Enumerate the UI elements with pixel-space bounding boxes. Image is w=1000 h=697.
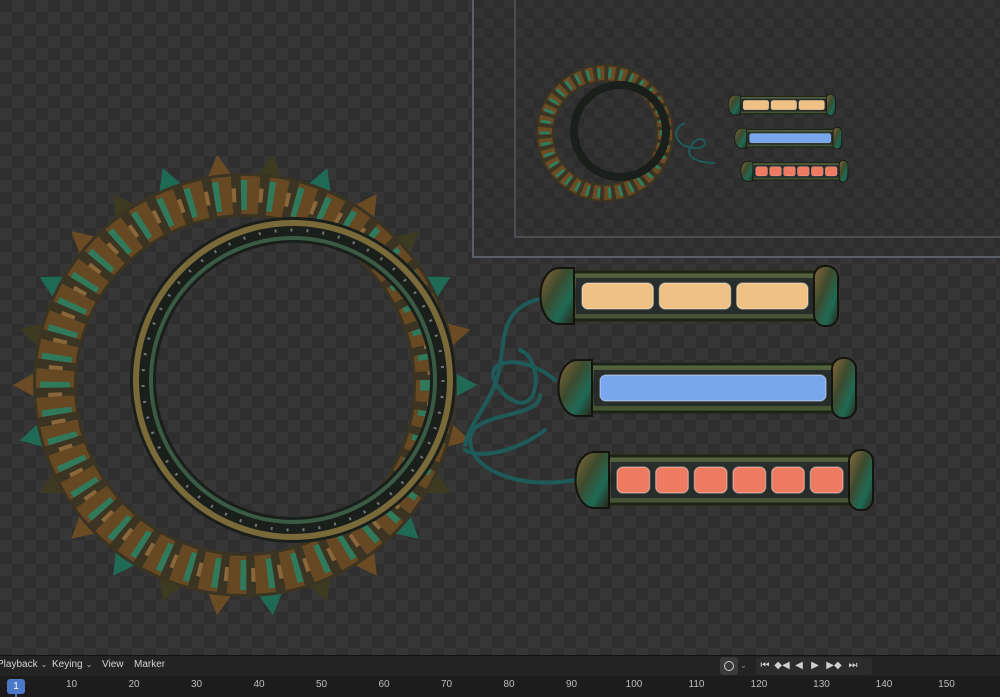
gauge-cap-right [832,127,843,150]
current-frame-indicator[interactable]: 1 [7,679,25,694]
view-menu[interactable]: View [102,659,124,670]
keying-menu[interactable]: Keying ⌄ [52,659,92,670]
middle-gauge [557,357,857,419]
gauge-cap-right [848,449,874,511]
gauge-segment [742,100,770,111]
gauge-segment [825,166,838,177]
ruler-tick-label: 80 [503,679,515,690]
bottom-gauge [740,160,849,183]
frame-ruler[interactable]: 10 20 30 40 50 60 70 80 90 100 110 120 130 140 150 [0,676,1000,697]
record-button[interactable] [720,657,738,675]
gauge-segment [735,282,809,310]
ruler-tick-label: 20 [128,679,140,690]
gauge-segment [783,166,796,177]
gauge-segment [749,133,832,144]
play-icon[interactable]: ▶ [808,658,822,674]
previous-keyframe-icon[interactable]: ◆◀ [774,658,790,674]
preview-frame [514,0,1000,238]
gauge-cap-right [838,160,849,183]
ruler-tick-label: 60 [378,679,390,690]
gauge-segment [811,166,824,177]
gauge-cap-right [831,357,857,419]
gauge-segment [770,466,806,494]
gauge-cap-left [740,160,754,182]
transport-buttons: ⏮ ◆◀ ◀ ▶ ▶◆ ⏭ [756,657,872,675]
gauge-segment [797,166,810,177]
gauge-segment [732,466,767,494]
gauge-cap-left [734,127,748,149]
gauge-cap-left [574,451,610,509]
chevron-down-icon[interactable]: ⌄ [740,658,747,674]
playback-menu[interactable]: Playback ⌄ [0,659,47,670]
bottom-gauge [574,449,874,511]
timeline-panel: Playback ⌄ Keying ⌄ View Marker ⌄ ⏮ ◆◀ ◀ ▶… [0,655,1000,697]
gauge-segment [581,282,655,310]
record-icon [724,661,734,671]
chevron-down-icon: ⌄ [40,660,48,669]
ruler-tick-label: 120 [750,679,768,690]
next-keyframe-icon[interactable]: ▶◆ [824,658,844,674]
gauge-segment [809,466,844,494]
top-gauge [539,265,839,327]
jump-to-start-icon[interactable]: ⏮ [758,658,772,674]
gauge-segment [658,282,732,310]
ruler-tick-label: 70 [440,679,453,690]
top-gauge [727,93,836,117]
play-reverse-icon[interactable]: ◀ [792,658,806,674]
gauge-cap-right [826,93,836,117]
ruler-tick-label: 50 [315,679,328,690]
gauge-segment [769,166,782,177]
middle-gauge [734,127,843,150]
preview-panel [472,0,1000,258]
viewport [0,0,1000,655]
chevron-down-icon: ⌄ [85,660,93,669]
gauge-cap-left [557,359,593,417]
gauge-cap-left [539,267,575,325]
gauge-segment [616,466,651,494]
ruler-tick-label: 100 [625,679,643,690]
gauge-segment [798,100,825,111]
gauge-cap-right [813,265,839,327]
ring-ornament [13,154,477,616]
ruler-tick-label: 140 [875,679,893,690]
ruler-tick-label: 90 [565,679,578,690]
jump-to-end-icon[interactable]: ⏭ [846,658,860,674]
gauges-group [539,265,874,511]
ruler-tick-label: 30 [190,679,203,690]
ruler-tick-label: 150 [938,679,955,690]
gauge-segment [770,100,797,111]
gauge-segment [599,374,827,402]
ruler-tick-label: 130 [813,679,830,690]
ruler-tick-label: 110 [688,679,705,690]
gauge-segment [693,466,728,494]
gauge-cap-left [727,94,741,116]
ruler-tick-label: 10 [65,679,78,690]
ruler-tick-label: 40 [253,679,265,690]
gauge-segment [755,166,768,177]
marker-menu[interactable]: Marker [134,659,165,670]
preview-thumbnail [536,64,849,202]
gauge-segment [654,466,690,494]
timeline-header: Playback ⌄ Keying ⌄ View Marker ⌄ ⏮ ◆◀ ◀ ▶… [0,656,1000,676]
